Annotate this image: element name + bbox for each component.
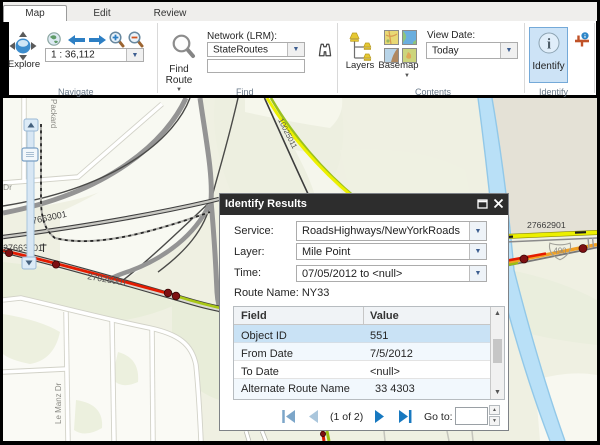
svg-text:27662901: 27662901	[527, 220, 566, 230]
svg-text:27663101: 27663101	[3, 243, 43, 253]
svg-text:490: 490	[553, 247, 567, 256]
svg-text:i: i	[547, 37, 551, 53]
svg-text:Le Manz Dr: Le Manz Dr	[54, 382, 63, 424]
svg-text:Packard: Packard	[49, 99, 58, 128]
svg-text:Dr: Dr	[3, 182, 12, 192]
